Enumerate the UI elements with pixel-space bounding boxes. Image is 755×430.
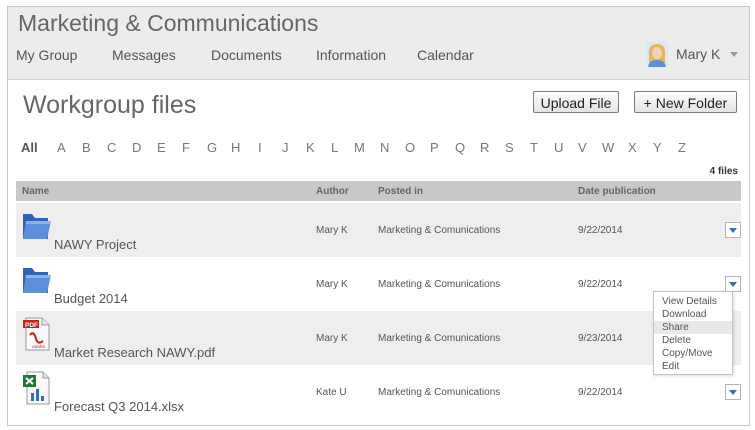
table-row[interactable]: Forecast Q3 2014.xlsx Kate U Marketing &…	[16, 365, 741, 419]
posted-in-cell: Marketing & Comunications	[378, 387, 501, 398]
alpha-filter-v[interactable]: V	[578, 140, 587, 155]
menu-item-view-details[interactable]: View Details	[654, 295, 732, 308]
alpha-filter-f[interactable]: F	[182, 140, 190, 155]
table-row[interactable]: NAWY Project Mary K Marketing & Comunica…	[16, 203, 741, 257]
chevron-down-icon	[730, 52, 738, 57]
svg-text:Adobe: Adobe	[32, 344, 46, 349]
alpha-filter-i[interactable]: I	[258, 140, 262, 155]
alpha-filter-k[interactable]: K	[306, 140, 315, 155]
row-context-menu: View Details Download Share Delete Copy/…	[653, 291, 733, 375]
alpha-filter-y[interactable]: Y	[653, 140, 662, 155]
new-folder-button[interactable]: + New Folder	[634, 91, 737, 113]
column-header-name[interactable]: Name	[22, 186, 49, 197]
file-name-link[interactable]: Forecast Q3 2014.xlsx	[54, 399, 184, 414]
file-name-link[interactable]: Market Research NAWY.pdf	[54, 345, 215, 360]
alpha-filter-j[interactable]: J	[282, 140, 289, 155]
table-row[interactable]: Budget 2014 Mary K Marketing & Comunicat…	[16, 257, 741, 311]
alpha-filter-p[interactable]: P	[430, 140, 439, 155]
alpha-filter-z[interactable]: Z	[678, 140, 686, 155]
alpha-filter-x[interactable]: X	[628, 140, 637, 155]
alpha-filter-c[interactable]: C	[107, 140, 116, 155]
avatar	[646, 41, 668, 67]
alpha-filter-l[interactable]: L	[331, 140, 338, 155]
menu-item-delete[interactable]: Delete	[654, 334, 732, 347]
nav-item-information[interactable]: Information	[316, 47, 386, 63]
alpha-filter-o[interactable]: O	[405, 140, 415, 155]
nav-item-my-group[interactable]: My Group	[16, 47, 77, 63]
author-cell: Mary K	[316, 279, 348, 290]
folder-icon	[22, 209, 52, 241]
column-header-author[interactable]: Author	[316, 186, 349, 197]
column-header-posted-in[interactable]: Posted in	[378, 186, 423, 197]
date-cell: 9/22/2014	[578, 387, 623, 398]
alpha-filter-r[interactable]: R	[480, 140, 489, 155]
alpha-filter-a[interactable]: A	[57, 140, 66, 155]
excel-file-icon	[22, 371, 52, 405]
alpha-filter-u[interactable]: U	[554, 140, 563, 155]
alpha-filter-all[interactable]: All	[21, 140, 38, 155]
folder-icon	[22, 263, 52, 295]
author-cell: Mary K	[316, 225, 348, 236]
alpha-filter-m[interactable]: M	[354, 140, 365, 155]
row-menu-button[interactable]	[725, 276, 741, 292]
app-title: Marketing & Communications	[18, 10, 319, 36]
date-cell: 9/22/2014	[578, 279, 623, 290]
alpha-filter-t[interactable]: T	[530, 140, 538, 155]
nav-item-messages[interactable]: Messages	[112, 47, 176, 63]
author-cell: Mary K	[316, 333, 348, 344]
alpha-filter-h[interactable]: H	[231, 140, 240, 155]
table-header: Name Author Posted in Date publication	[16, 181, 741, 201]
menu-item-copy-move[interactable]: Copy/Move	[654, 347, 732, 360]
alpha-filter-d[interactable]: D	[132, 140, 141, 155]
alpha-filter-s[interactable]: S	[505, 140, 514, 155]
table-row[interactable]: PDF Adobe Market Research NAWY.pdf Mary …	[16, 311, 741, 365]
page-title: Workgroup files	[23, 91, 197, 119]
alpha-filter-q[interactable]: Q	[455, 140, 465, 155]
file-name-link[interactable]: Budget 2014	[54, 291, 128, 306]
pdf-file-icon: PDF Adobe	[22, 317, 52, 351]
posted-in-cell: Marketing & Comunications	[378, 225, 501, 236]
column-header-date[interactable]: Date publication	[578, 186, 656, 197]
app-header: Marketing & Communications My Group Mess…	[8, 7, 749, 80]
row-menu-button[interactable]	[725, 222, 741, 238]
file-name-link[interactable]: NAWY Project	[54, 237, 136, 252]
posted-in-cell: Marketing & Comunications	[378, 333, 501, 344]
app-window: Marketing & Communications My Group Mess…	[7, 6, 750, 426]
file-count: 4 files	[709, 166, 738, 177]
author-cell: Kate U	[316, 387, 347, 398]
posted-in-cell: Marketing & Comunications	[378, 279, 501, 290]
alpha-filter-n[interactable]: N	[380, 140, 389, 155]
nav-item-calendar[interactable]: Calendar	[417, 47, 474, 63]
menu-item-edit[interactable]: Edit	[654, 360, 732, 373]
alpha-filter-g[interactable]: G	[207, 140, 217, 155]
row-menu-button[interactable]	[725, 384, 741, 400]
date-cell: 9/23/2014	[578, 333, 623, 344]
nav-item-documents[interactable]: Documents	[211, 47, 282, 63]
alpha-filter-w[interactable]: W	[602, 140, 614, 155]
alpha-filter-b[interactable]: B	[82, 140, 91, 155]
upload-file-button[interactable]: Upload File	[533, 91, 619, 113]
user-name: Mary K	[676, 46, 721, 62]
date-cell: 9/22/2014	[578, 225, 623, 236]
menu-item-share[interactable]: Share	[654, 321, 732, 334]
menu-item-download[interactable]: Download	[654, 308, 732, 321]
svg-text:PDF: PDF	[25, 322, 38, 329]
alpha-filter-e[interactable]: E	[157, 140, 166, 155]
